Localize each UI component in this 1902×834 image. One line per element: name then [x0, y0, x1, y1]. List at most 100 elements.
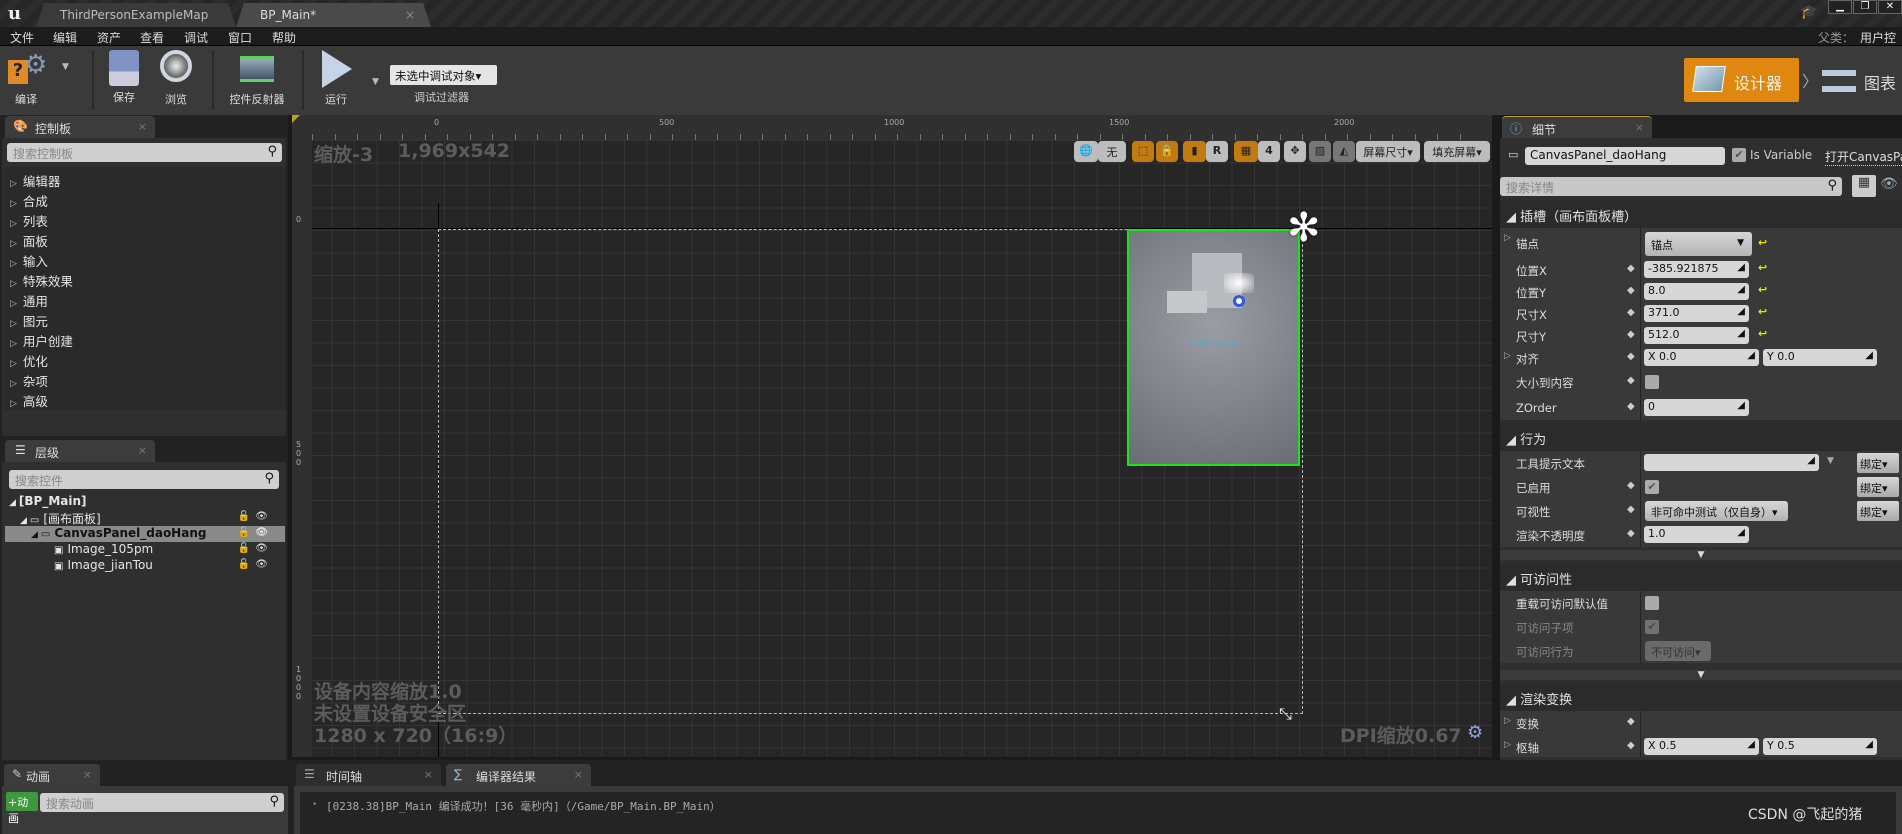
grid-snap-icon[interactable]: ▦ — [1234, 141, 1258, 162]
compile-options-arrow[interactable]: ▼ — [62, 62, 69, 72]
position-y-input[interactable]: 8.0 — [1644, 283, 1749, 300]
close-icon[interactable]: × — [83, 768, 92, 781]
maximize-button[interactable]: ❐ — [1853, 0, 1877, 14]
palette-category[interactable]: ▷ 合成 — [10, 191, 48, 211]
menu-view[interactable]: 查看 — [140, 29, 164, 46]
lock-visibility-icons[interactable]: 🔓👁 — [238, 511, 273, 522]
palette-category[interactable]: ▷ 通用 — [10, 291, 48, 311]
collapse-triangle-icon[interactable]: ◢ — [9, 498, 16, 508]
tab-third-person-map[interactable]: ThirdPersonExampleMap — [36, 3, 236, 27]
gear-icon[interactable]: ⚙ — [1467, 722, 1483, 743]
menu-asset[interactable]: 资产 — [97, 29, 121, 46]
lock-visibility-icons[interactable]: 🔓👁 — [238, 527, 273, 538]
grid-size-dropdown[interactable]: 4 — [1258, 141, 1280, 162]
close-icon[interactable]: × — [138, 120, 147, 133]
zorder-input[interactable]: 0 — [1644, 399, 1749, 416]
hierarchy-item[interactable]: ▣ Image_jianTou 🔓👁 — [5, 558, 285, 574]
menu-file[interactable]: 文件 — [10, 29, 34, 46]
bind-button[interactable]: 绑定▾ — [1857, 477, 1899, 497]
size-x-input[interactable]: 371.0 — [1644, 305, 1749, 322]
close-icon[interactable]: × — [424, 768, 433, 781]
animation-search-input[interactable]: 搜索动画 ⚲ — [40, 793, 284, 812]
pin-icon[interactable]: ◆ — [1627, 528, 1635, 539]
run-button[interactable]: 运行 — [314, 50, 358, 107]
alignment-y-input[interactable]: Y 0.0 — [1763, 349, 1877, 366]
tab-palette[interactable]: 🎨 控制板 × — [5, 116, 155, 138]
reset-icon[interactable]: ↩ — [1758, 236, 1767, 249]
tab-hierarchy[interactable]: ☰ 层级 × — [5, 440, 155, 462]
close-window-button[interactable]: ✕ — [1878, 0, 1902, 14]
background-icon[interactable]: ▨ — [1309, 141, 1331, 162]
r-toggle[interactable]: R — [1206, 141, 1228, 162]
bind-button[interactable]: 绑定▾ — [1857, 453, 1899, 473]
localization-preview[interactable]: 无 — [1098, 141, 1126, 162]
tooltip-input[interactable] — [1644, 454, 1819, 471]
menu-debug[interactable]: 调试 — [184, 29, 208, 46]
resize-handle-icon[interactable]: ⤡ — [1279, 704, 1292, 724]
position-x-input[interactable]: -385.921875 — [1644, 261, 1749, 278]
tab-animation[interactable]: ✎ 动画 × — [4, 764, 100, 786]
pin-icon[interactable]: ◆ — [1627, 351, 1635, 362]
pin-icon[interactable]: ◆ — [1627, 375, 1635, 386]
run-options-arrow[interactable]: ▼ — [372, 77, 379, 87]
enabled-checkbox[interactable]: ✔ — [1645, 480, 1659, 494]
advanced-expander-icon[interactable]: ▼ — [1500, 550, 1902, 560]
palette-category[interactable]: ▷ 高级 — [10, 391, 48, 411]
close-icon[interactable]: × — [405, 8, 415, 22]
anchor-dropdown[interactable]: 锚点 ▼ — [1645, 232, 1752, 256]
fit-icon[interactable]: ✥ — [1284, 141, 1306, 162]
section-render-transform[interactable]: ◢ 渲染变换 — [1500, 683, 1902, 711]
lock-visibility-icons[interactable]: 🔓👁 — [238, 543, 273, 554]
graph-mode-button[interactable]: 图表 — [1820, 58, 1902, 102]
pin-icon[interactable]: ◆ — [1627, 285, 1635, 296]
pivot-y-input[interactable]: Y 0.5 — [1763, 738, 1877, 755]
pin-icon[interactable]: ◆ — [1627, 329, 1635, 340]
eye-icon[interactable]: 👁 — [1880, 176, 1898, 192]
lock-icon[interactable]: 🔒 — [1156, 141, 1178, 162]
log-entry[interactable]: [0238.38]BP_Main 编译成功！[36 毫秒内]（/Game/BP_… — [326, 798, 721, 814]
pin-icon[interactable]: ◆ — [1627, 401, 1635, 412]
open-canvas-panel-link[interactable]: 打开CanvasPanel — [1825, 148, 1902, 166]
anchor-icon[interactable]: ✻ — [1287, 208, 1321, 248]
opacity-input[interactable]: 1.0 — [1644, 526, 1749, 543]
reset-icon[interactable]: ↩ — [1758, 327, 1767, 340]
chevron-down-icon[interactable]: ▼ — [1827, 456, 1834, 466]
compile-button[interactable]: ? ⚙ 编译 — [6, 50, 47, 107]
bind-button[interactable]: 绑定▾ — [1857, 501, 1899, 521]
visibility-dropdown[interactable]: 非可命中测试（仅自身）▾ — [1645, 501, 1788, 521]
pin-icon[interactable]: ◆ — [1627, 480, 1635, 491]
reset-icon[interactable]: ↩ — [1758, 261, 1767, 274]
menu-help[interactable]: 帮助 — [272, 29, 296, 46]
advanced-expander-icon[interactable]: ▼ — [1500, 670, 1902, 680]
fill-screen-dropdown[interactable]: 填充屏幕▾ — [1424, 141, 1490, 162]
details-search-input[interactable]: 搜索详情 ⚲ — [1500, 177, 1842, 196]
menu-edit[interactable]: 编辑 — [53, 29, 77, 46]
tab-timeline[interactable]: ☰ 时间轴 × — [296, 764, 441, 786]
palette-category[interactable]: ▷ 编辑器 — [10, 171, 60, 191]
palette-category[interactable]: ▷ 面板 — [10, 231, 48, 251]
close-icon[interactable]: × — [138, 444, 147, 457]
learn-icon[interactable]: 🎓 — [1800, 4, 1817, 20]
hierarchy-search-input[interactable]: 搜索控件 ⚲ — [9, 470, 279, 489]
pin-icon[interactable]: ◆ — [1627, 307, 1635, 318]
hierarchy-item[interactable]: ▣ Image_105pm 🔓👁 — [5, 542, 285, 558]
palette-category[interactable]: ▷ 图元 — [10, 311, 48, 331]
add-animation-button[interactable]: +动画 — [6, 792, 38, 825]
collapse-triangle-icon[interactable]: ◢ — [20, 516, 27, 526]
section-accessibility[interactable]: ◢ 可访问性 — [1500, 563, 1902, 591]
palette-category[interactable]: ▷ 列表 — [10, 211, 48, 231]
is-variable-checkbox[interactable]: ✔ — [1732, 148, 1746, 162]
hierarchy-item[interactable]: ◢ [BP_Main] — [5, 494, 285, 510]
save-button[interactable]: 保存 — [103, 50, 145, 105]
palette-category[interactable]: ▷ 杂项 — [10, 371, 48, 391]
world-icon[interactable]: 🌐 — [1074, 141, 1098, 162]
hierarchy-item[interactable]: ◢ ▭ CanvasPanel_daoHang 🔓👁 — [5, 526, 285, 542]
palette-category[interactable]: ▷ 用户创建 — [10, 331, 73, 351]
debug-object-dropdown[interactable]: 未选中调试对象▾ — [390, 65, 497, 85]
section-behavior[interactable]: ◢ 行为 — [1500, 423, 1902, 451]
designer-mode-button[interactable]: 设计器 — [1684, 58, 1799, 102]
close-icon[interactable]: × — [574, 768, 583, 781]
size-y-input[interactable]: 512.0 — [1644, 327, 1749, 344]
mirror-icon[interactable]: ◭ — [1333, 141, 1355, 162]
palette-category[interactable]: ▷ 输入 — [10, 251, 48, 271]
